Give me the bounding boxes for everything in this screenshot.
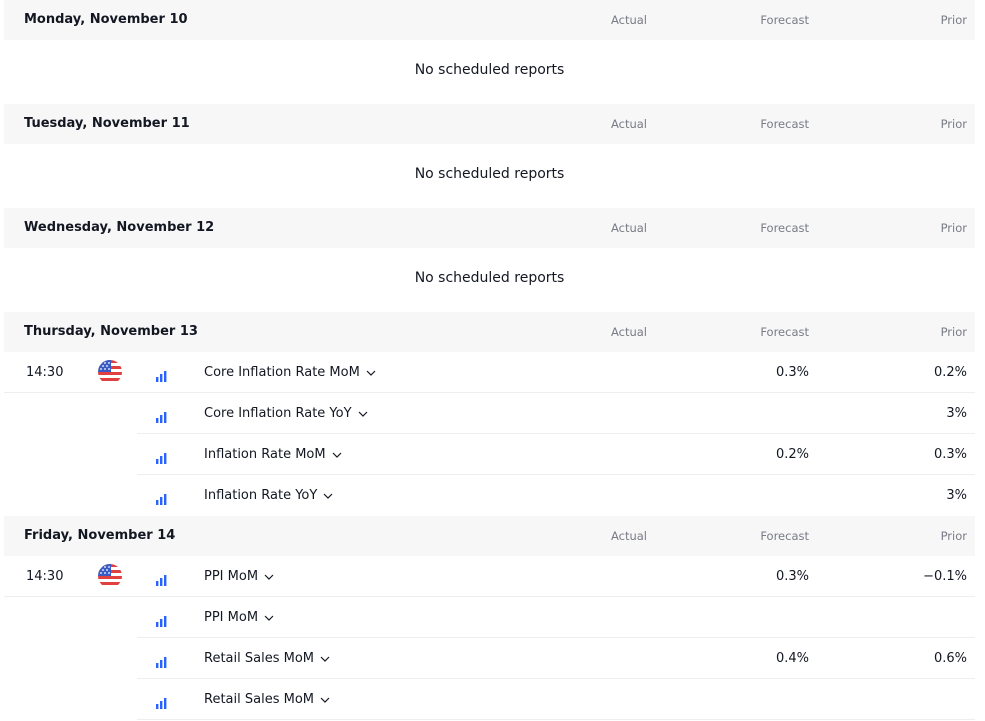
event-row[interactable]: 14:30 Core Inflation Rate MoM 0.3% 0.2% [4,352,975,393]
day-header: Wednesday, November 12 Actual Forecast P… [4,208,975,248]
prior-value: 3% [946,488,967,503]
forecast-value: 0.3% [775,569,809,584]
chevron-down-icon [264,615,274,621]
prior-column-header: Prior [940,13,967,27]
prior-column-header: Prior [940,325,967,339]
importance-bars-icon [156,367,168,382]
us-flag-icon [98,564,122,588]
empty-day-row: No scheduled reports [4,40,975,104]
event-name-label: Inflation Rate YoY [204,488,318,503]
importance-bars-icon [156,449,168,464]
event-name[interactable]: Retail Sales MoM [204,692,330,707]
economic-calendar: Monday, November 10 Actual Forecast Prio… [4,0,975,720]
event-name-label: PPI MoM [204,569,259,584]
actual-column-header: Actual [610,529,647,543]
day-title: Thursday, November 13 [24,324,198,339]
day-header: Friday, November 14 Actual Forecast Prio… [4,516,975,556]
day-title: Monday, November 10 [24,12,188,27]
no-reports-text: No scheduled reports [414,62,565,78]
event-row[interactable]: Retail Sales MoM 0.4% 0.6% [4,638,975,679]
event-name[interactable]: Inflation Rate YoY [204,488,333,503]
importance-bars-icon [156,571,168,586]
event-name-label: Retail Sales MoM [204,692,314,707]
forecast-column-header: Forecast [760,221,809,235]
prior-column-header: Prior [940,529,967,543]
chevron-down-icon [366,370,376,376]
chevron-down-icon [320,697,330,703]
forecast-value: 0.2% [775,447,809,462]
event-name[interactable]: Core Inflation Rate MoM [204,365,376,380]
event-name[interactable]: Inflation Rate MoM [204,447,342,462]
day-title: Tuesday, November 11 [24,116,190,131]
day-title: Wednesday, November 12 [24,220,215,235]
empty-day-row: No scheduled reports [4,248,975,312]
actual-column-header: Actual [610,325,647,339]
forecast-column-header: Forecast [760,529,809,543]
prior-value: 3% [946,406,967,421]
chevron-down-icon [264,574,274,580]
forecast-value: 0.3% [775,365,809,380]
event-row[interactable]: Inflation Rate YoY 3% [4,475,975,516]
us-flag-icon [98,360,122,384]
prior-value: 0.3% [933,447,967,462]
event-name[interactable]: PPI MoM [204,610,274,625]
event-row[interactable]: Retail Sales MoM [4,679,975,720]
importance-bars-icon [156,408,168,423]
day-header: Monday, November 10 Actual Forecast Prio… [4,0,975,40]
importance-bars-icon [156,490,168,505]
chevron-down-icon [332,452,342,458]
event-name[interactable]: Retail Sales MoM [204,651,330,666]
event-name-label: Core Inflation Rate YoY [204,406,352,421]
no-reports-text: No scheduled reports [414,166,565,182]
event-name[interactable]: PPI MoM [204,569,274,584]
event-row[interactable]: Inflation Rate MoM 0.2% 0.3% [4,434,975,475]
chevron-down-icon [358,411,367,417]
actual-column-header: Actual [610,221,647,235]
prior-column-header: Prior [940,221,967,235]
prior-column-header: Prior [940,117,967,131]
event-name-label: Core Inflation Rate MoM [204,365,360,380]
forecast-column-header: Forecast [760,13,809,27]
day-header: Tuesday, November 11 Actual Forecast Pri… [4,104,975,144]
event-row[interactable]: PPI MoM [4,597,975,638]
event-time: 14:30 [26,569,64,584]
prior-value: 0.2% [933,365,967,380]
chevron-down-icon [323,493,333,499]
no-reports-text: No scheduled reports [414,270,565,286]
event-row[interactable]: 14:30 PPI MoM 0.3% −0.1% [4,556,975,597]
event-time: 14:30 [26,365,64,380]
event-name-label: Retail Sales MoM [204,651,314,666]
forecast-column-header: Forecast [760,117,809,131]
event-name[interactable]: Core Inflation Rate YoY [204,406,368,421]
importance-bars-icon [156,612,168,627]
event-name-label: PPI MoM [204,610,259,625]
importance-bars-icon [156,653,168,668]
actual-column-header: Actual [610,13,647,27]
prior-value: −0.1% [923,569,967,584]
actual-column-header: Actual [610,117,647,131]
prior-value: 0.6% [933,651,967,666]
forecast-column-header: Forecast [760,325,809,339]
event-row[interactable]: Core Inflation Rate YoY 3% [4,393,975,434]
event-name-label: Inflation Rate MoM [204,447,326,462]
importance-bars-icon [156,694,168,709]
day-title: Friday, November 14 [24,528,176,543]
empty-day-row: No scheduled reports [4,144,975,208]
chevron-down-icon [320,656,330,662]
day-header: Thursday, November 13 Actual Forecast Pr… [4,312,975,352]
forecast-value: 0.4% [775,651,809,666]
